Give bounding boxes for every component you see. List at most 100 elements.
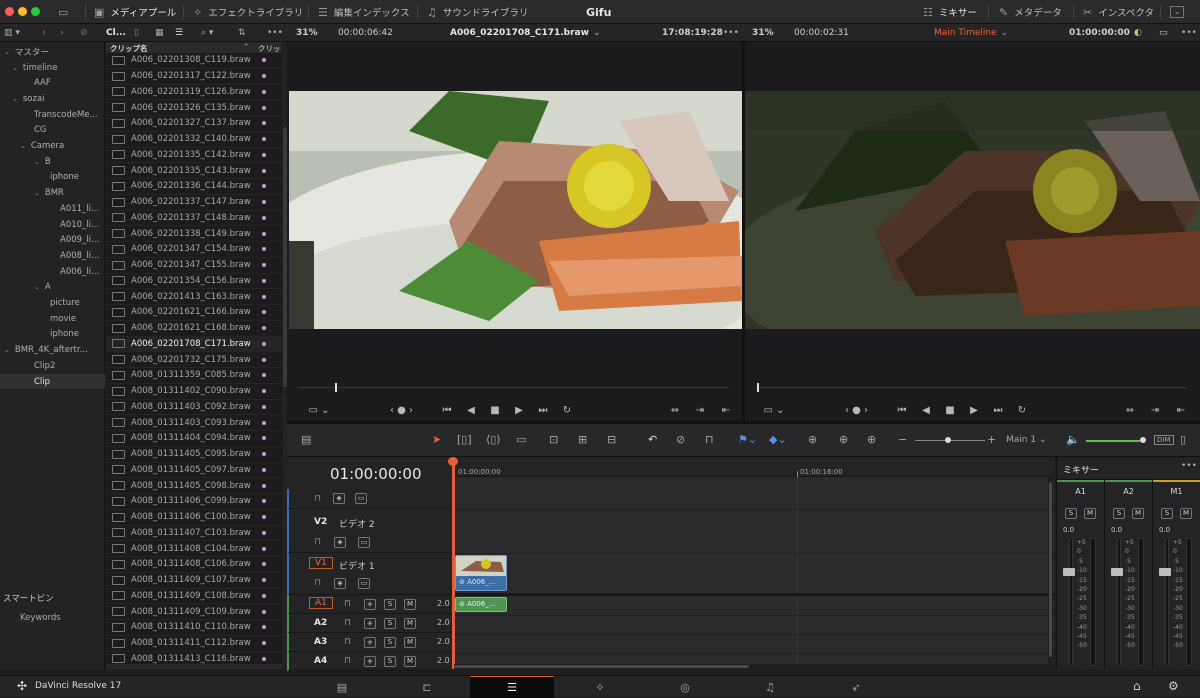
track-zoom-dropdown[interactable]: Main 1 ⌄	[1006, 435, 1046, 445]
home-icon[interactable]: ⌂	[1133, 679, 1141, 693]
track-v1-name[interactable]: ビデオ 1	[339, 559, 375, 572]
source-more-icon[interactable]: •••	[723, 24, 739, 42]
keywords-item[interactable]: Keywords	[20, 613, 61, 623]
media-pool-button[interactable]: ▣ メディアプール	[94, 0, 176, 24]
disclosure-icon[interactable]: ⌄	[4, 346, 10, 354]
lock-icon[interactable]: ⊓	[705, 433, 714, 446]
bin-item[interactable]: CG	[0, 123, 105, 139]
bin-item[interactable]: ⌄ B	[0, 154, 105, 170]
clip-list-item[interactable]: A006_02201347_C154.braw	[106, 242, 282, 258]
timeline-video-frame[interactable]	[745, 91, 1200, 329]
clip-list-item[interactable]: A008_01311402_C090.braw	[106, 384, 282, 400]
clip-list-item[interactable]: A006_02201335_C142.braw	[106, 148, 282, 164]
bin-item[interactable]: ⌄ A	[0, 280, 105, 296]
flag-icon[interactable]: ⚑⌄	[738, 433, 757, 446]
disclosure-icon[interactable]: ⌄	[12, 95, 18, 103]
viewer-more-icon[interactable]: •••	[1181, 24, 1197, 42]
clip-list-item[interactable]: A008_01311403_C092.braw	[106, 400, 282, 416]
panel-toggle-icon[interactable]: ▥ ▾	[4, 24, 20, 42]
meter-icon[interactable]: ▯	[1180, 433, 1186, 446]
clip-list-item[interactable]: A006_02201326_C135.braw	[106, 100, 282, 116]
volume-slider[interactable]	[1086, 440, 1140, 442]
mute-button[interactable]: M	[404, 618, 416, 629]
auto-select-icon[interactable]: ◈	[334, 537, 346, 548]
bin-item[interactable]: Clip	[0, 373, 105, 390]
stop-icon[interactable]: ■	[938, 405, 962, 416]
channel-fader-knob[interactable]	[1111, 568, 1123, 576]
play-icon[interactable]: ▶	[962, 405, 986, 416]
bin-item[interactable]: A008_li...	[0, 248, 105, 264]
clip-list-item[interactable]: A006_02201336_C144.braw	[106, 179, 282, 195]
list-view-icon[interactable]: ☰	[175, 24, 183, 42]
clip-list-item[interactable]: A008_01311405_C097.braw	[106, 463, 282, 479]
track-enable-icon[interactable]: ▭	[358, 578, 370, 589]
layout-icon[interactable]: ▤	[301, 433, 311, 446]
clip-list-item[interactable]: A006_02201337_C148.braw	[106, 211, 282, 227]
zoom-detail-icon[interactable]: ⊕	[839, 433, 848, 446]
clip-list-item[interactable]: A006_02201338_C149.braw	[106, 226, 282, 242]
bin-item[interactable]: ⌄ Camera	[0, 138, 105, 154]
bin-item[interactable]: A009_li...	[0, 232, 105, 248]
zoom-full-icon[interactable]: ⊕	[808, 433, 817, 446]
mute-button[interactable]: M	[404, 637, 416, 648]
auto-select-icon[interactable]: ◈	[364, 618, 376, 629]
trim-tool-icon[interactable]: [▯]	[457, 433, 472, 446]
track-a3-label[interactable]: A3	[314, 637, 327, 647]
fairlight-page-button[interactable]: ♫	[728, 676, 812, 698]
source-zoom[interactable]: 31%	[296, 24, 318, 42]
viewer-mode-icon[interactable]: ▭	[1159, 24, 1168, 42]
auto-select-icon[interactable]: ◈	[364, 656, 376, 667]
sort-icon[interactable]: ⊘	[80, 24, 88, 42]
clip-list-item[interactable]: A006_02201354_C156.braw	[106, 274, 282, 290]
solo-button[interactable]: S	[1065, 508, 1077, 519]
settings-icon[interactable]: ⚙	[1168, 679, 1179, 693]
solo-button[interactable]: S	[384, 637, 396, 648]
link-icon[interactable]: ⊘	[676, 433, 685, 446]
forward-icon[interactable]: ›	[60, 24, 64, 42]
lock-icon[interactable]: ⊓	[344, 637, 351, 647]
monitor-icon[interactable]: ▭	[58, 0, 68, 24]
lock-icon[interactable]: ⊓	[314, 578, 321, 588]
zoom-out-icon[interactable]: −	[898, 433, 907, 446]
playhead-handle[interactable]	[448, 457, 458, 466]
play-icon[interactable]: ▶	[507, 405, 531, 416]
clip-list-item[interactable]: A008_01311405_C095.braw	[106, 447, 282, 463]
auto-select-icon[interactable]: ◈	[364, 599, 376, 610]
jog-icon[interactable]: ‹ ● ›	[829, 405, 884, 416]
deliver-page-button[interactable]: ➶	[814, 676, 898, 698]
clip-list-item[interactable]: A008_01311406_C100.braw	[106, 510, 282, 526]
volume-slider-knob[interactable]	[1140, 437, 1146, 443]
bin-item[interactable]: A010_li...	[0, 217, 105, 233]
track-enable-icon[interactable]: ▭	[358, 537, 370, 548]
source-clip-name[interactable]: A006_02201708_C171.braw ⌄	[450, 24, 600, 42]
volume-icon[interactable]: 🔈	[1066, 433, 1080, 446]
dynamic-trim-icon[interactable]: ⟨▯⟩	[486, 433, 501, 446]
channel-fader-track[interactable]	[1117, 538, 1121, 666]
bin-item[interactable]: A006_li...	[0, 264, 105, 280]
aspect-icon[interactable]: ▭ ⌄	[304, 405, 334, 416]
inspector-button[interactable]: ✂ インスペクタ	[1083, 0, 1154, 24]
bin-item[interactable]: ⌄ sozai	[0, 91, 105, 107]
maximize-window-button[interactable]	[31, 7, 40, 16]
aspect-icon[interactable]: ▭ ⌄	[759, 405, 789, 416]
stop-icon[interactable]: ■	[483, 405, 507, 416]
more-options-icon[interactable]: •••	[267, 24, 283, 42]
clip-list-item[interactable]: A008_01311408_C106.braw	[106, 557, 282, 573]
auto-select-icon[interactable]: ◈	[334, 578, 346, 589]
clip-list-item[interactable]: A008_01311405_C098.braw	[106, 478, 282, 494]
clip-list-item[interactable]: A006_02201621_C168.braw	[106, 321, 282, 337]
clip-list-item[interactable]: A006_02201413_C163.braw	[106, 289, 282, 305]
jog-icon[interactable]: ‹ ● ›	[374, 405, 429, 416]
auto-select-icon[interactable]: ◈	[364, 637, 376, 648]
track-v2-name[interactable]: ビデオ 2	[339, 517, 375, 530]
bin-item[interactable]: TranscodeMe...	[0, 107, 105, 123]
reverse-icon[interactable]: ◀	[914, 405, 938, 416]
lock-icon[interactable]: ⊓	[344, 618, 351, 628]
clip-list-item[interactable]: A008_01311408_C104.braw	[106, 541, 282, 557]
clip-list-item[interactable]: A008_01311413_C116.braw	[106, 652, 282, 668]
fusion-page-button[interactable]: ✧	[558, 676, 642, 698]
channel-fader-track[interactable]	[1165, 538, 1169, 666]
mixer-more-icon[interactable]: •••	[1181, 461, 1197, 471]
clip-list-item[interactable]: A008_01311409_C107.braw	[106, 573, 282, 589]
clip-list-item[interactable]: A008_01311409_C108.braw	[106, 589, 282, 605]
